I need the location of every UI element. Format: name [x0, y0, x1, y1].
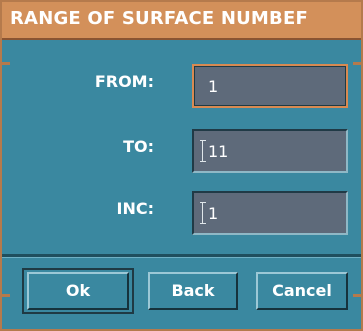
range-dialog: RANGE OF SURFACE NUMBEF FROM: 1 TO: 11 I…: [0, 0, 363, 331]
cancel-button[interactable]: Cancel: [256, 272, 348, 310]
from-value: 1: [208, 77, 219, 96]
frame-tick: [2, 294, 10, 297]
inc-value: 1: [208, 204, 219, 223]
title-bar: RANGE OF SURFACE NUMBEF: [2, 2, 361, 40]
to-label: TO:: [123, 137, 154, 156]
ok-button[interactable]: Ok: [27, 272, 129, 310]
text-cursor-icon: [200, 140, 206, 162]
frame-tick: [2, 62, 10, 65]
separator: [2, 254, 361, 258]
inc-field[interactable]: 1: [192, 191, 348, 235]
from-field[interactable]: 1: [192, 64, 348, 108]
text-cursor-icon: [200, 202, 206, 224]
dialog-title: RANGE OF SURFACE NUMBEF: [10, 8, 308, 29]
to-field[interactable]: 11: [192, 129, 348, 173]
back-button[interactable]: Back: [148, 272, 238, 310]
inc-label: INC:: [116, 199, 154, 218]
frame-tick: [353, 62, 361, 65]
from-label: FROM:: [94, 72, 154, 91]
frame-tick: [353, 294, 361, 297]
to-value: 11: [208, 142, 229, 161]
